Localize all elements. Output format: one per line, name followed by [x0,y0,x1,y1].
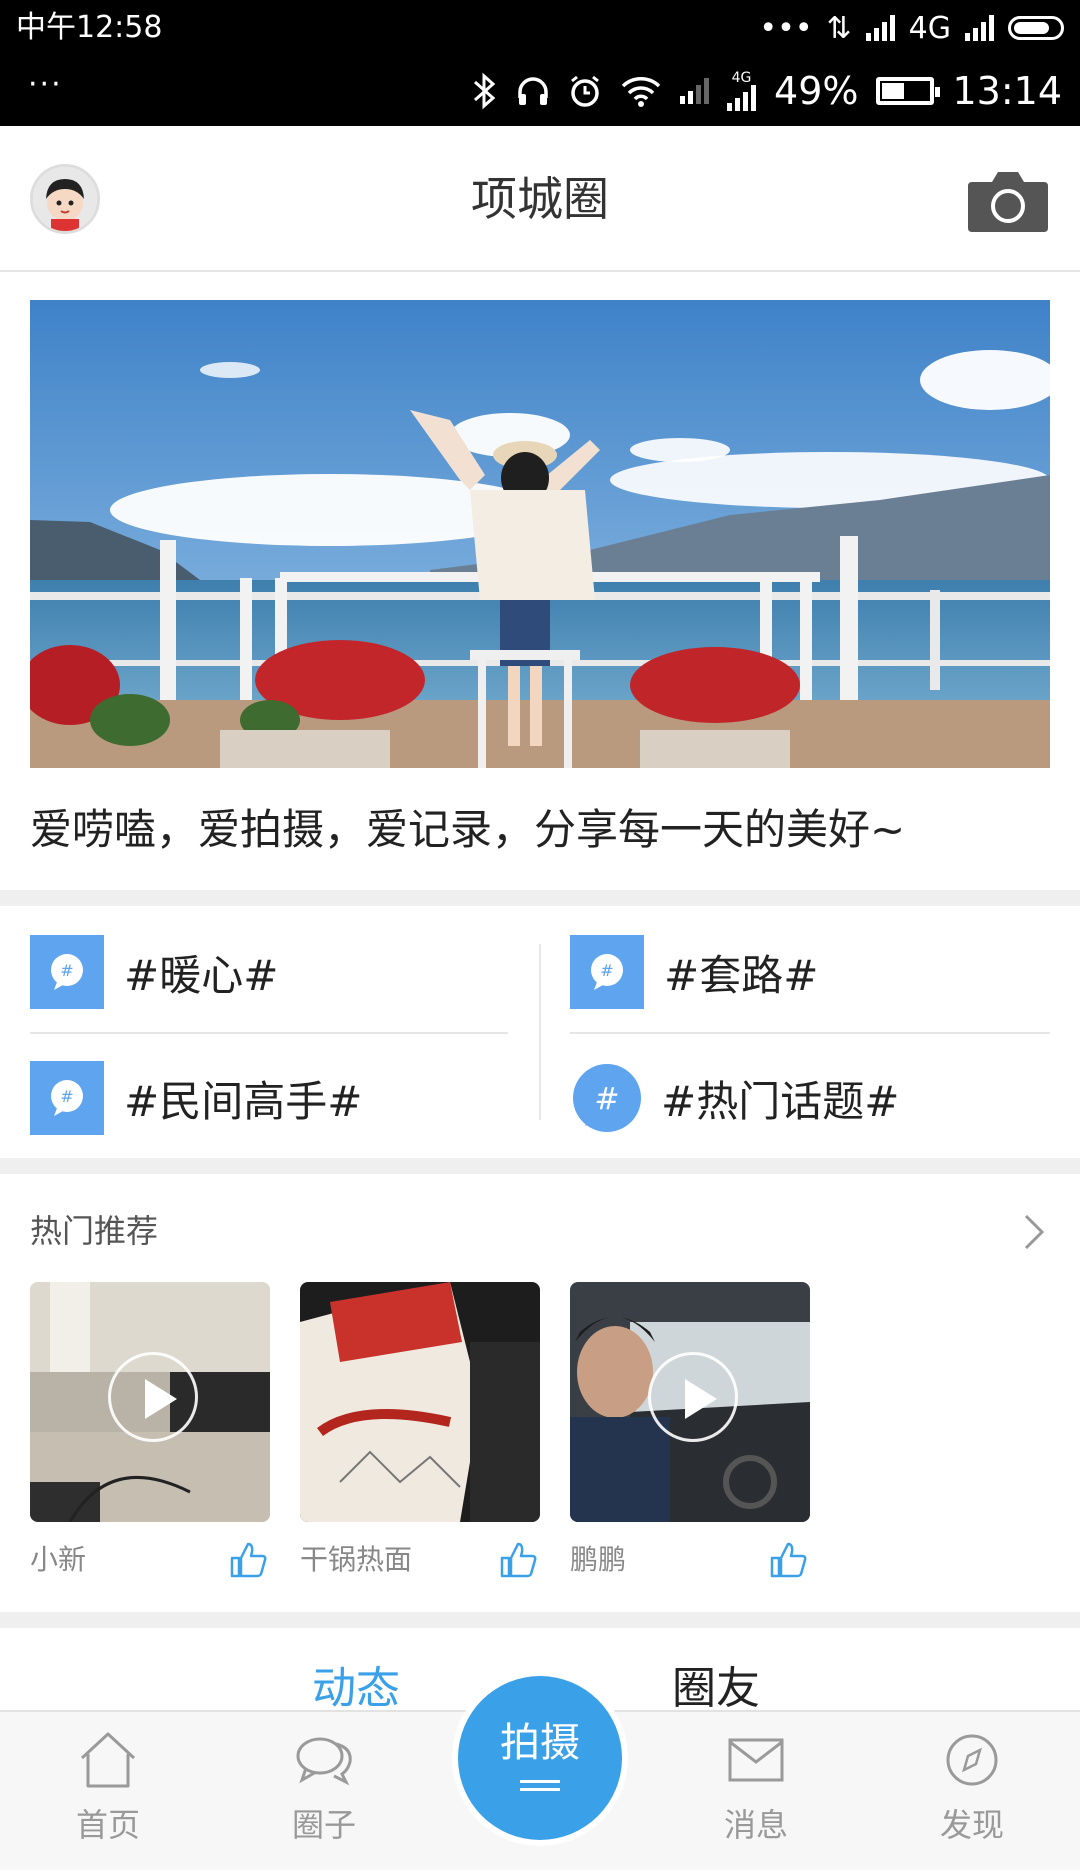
topic-hot[interactable]: # #热门话题# [570,1058,899,1138]
topic-folk-master[interactable]: # #民间高手# [30,1058,362,1138]
hot-item[interactable]: 小新 [30,1282,270,1578]
nav-discover[interactable]: 发现 [892,1712,1052,1872]
signal-icon-2 [965,15,994,41]
photo-thumbnail[interactable] [300,1282,540,1522]
battery-pill-icon [1008,16,1064,40]
hot-item-name: 小新 [30,1543,87,1576]
shoot-label: 拍摄 [500,1720,580,1766]
battery-icon [876,77,941,105]
hot-item-name: 干锅热面 [300,1543,413,1576]
svg-text:#: # [60,1087,73,1106]
nav-home-label: 首页 [75,1806,140,1844]
notification-dots: ··· [28,67,63,102]
battery-percent: 49% [774,69,859,113]
topic-label: #暖心# [124,950,279,1000]
topic-divider [30,1032,508,1034]
topic-chat-icon: # [570,935,644,1009]
hot-section-title: 热门推荐 [30,1212,159,1250]
mail-icon [728,1738,784,1782]
home-icon [80,1732,136,1788]
nav-discover-label: 发现 [939,1806,1004,1844]
chat-bubbles-icon [296,1737,352,1786]
play-icon [648,1352,738,1442]
status-bar: 中午12:58 ••• ⇅ 4G ··· 4G 49% 13:14 [0,0,1080,126]
bluetooth-icon [474,72,496,110]
nav-circle[interactable]: 圈子 [244,1712,404,1872]
banner-slogan: 爱唠嗑，爱拍摄，爱记录，分享每一天的美好~ [30,805,906,854]
topic-warmheart[interactable]: # #暖心# [30,932,278,1012]
topic-chat-icon: # [30,935,104,1009]
hot-item-name: 鹏鹏 [570,1543,627,1576]
topic-label: #套路# [664,950,819,1000]
svg-text:#: # [60,961,73,980]
alarm-icon [571,75,599,107]
section-divider [0,1158,1080,1174]
topic-divider [570,1032,1050,1034]
like-icon[interactable] [768,1540,808,1580]
topic-divider-vertical [539,944,541,1120]
chevron-right-icon[interactable] [1020,1212,1050,1252]
mobile-data-indicator: 4G [727,70,757,111]
nav-messages[interactable]: 消息 [676,1712,836,1872]
signal-no-service-icon [680,78,710,104]
more-dots-icon: ••• [759,10,813,46]
like-icon[interactable] [498,1540,538,1580]
camera-icon[interactable] [966,168,1050,234]
headphones-icon [518,77,548,105]
topic-chat-icon: # [30,1061,104,1135]
topic-label: #热门话题# [661,1076,900,1126]
network-type-label: 4G [908,10,951,46]
signal-icon [865,15,895,41]
svg-text:#: # [600,961,613,980]
like-icon[interactable] [228,1540,268,1580]
banner-image[interactable] [30,300,1050,768]
page-title: 项城圈 [471,172,609,226]
data-transfer-icon: ⇅ [826,10,852,46]
play-icon [108,1352,198,1442]
status-secondary-icons: ••• ⇅ 4G [759,8,1064,48]
video-thumbnail[interactable] [570,1282,810,1522]
signal-4g-icon [727,85,757,111]
nav-messages-label: 消息 [723,1806,788,1844]
status-time-secondary: 中午12:58 [16,10,163,45]
nav-circle-label: 圈子 [291,1806,356,1844]
status-icons: 4G 49% 13:14 [472,68,1062,114]
topic-bubble-icon: # [573,1064,641,1132]
status-time: 13:14 [952,69,1062,113]
hot-item[interactable]: 干锅热面 [300,1282,540,1578]
section-divider [0,1612,1080,1628]
nav-home[interactable]: 首页 [28,1712,188,1872]
section-divider [0,890,1080,906]
hot-item[interactable]: 鹏鹏 [570,1282,810,1578]
video-thumbnail[interactable] [30,1282,270,1522]
top-header: 项城圈 [0,126,1080,272]
compass-icon [946,1734,998,1786]
topic-label: #民间高手# [124,1076,363,1126]
small-network-label: 4G [731,70,752,86]
menu-lines-icon [520,1780,560,1783]
topic-routine[interactable]: # #套路# [570,932,818,1012]
banner-photo [30,300,1050,768]
shoot-button[interactable]: 拍摄 [458,1676,622,1840]
wifi-icon [621,77,661,107]
svg-text:#: # [594,1082,619,1117]
